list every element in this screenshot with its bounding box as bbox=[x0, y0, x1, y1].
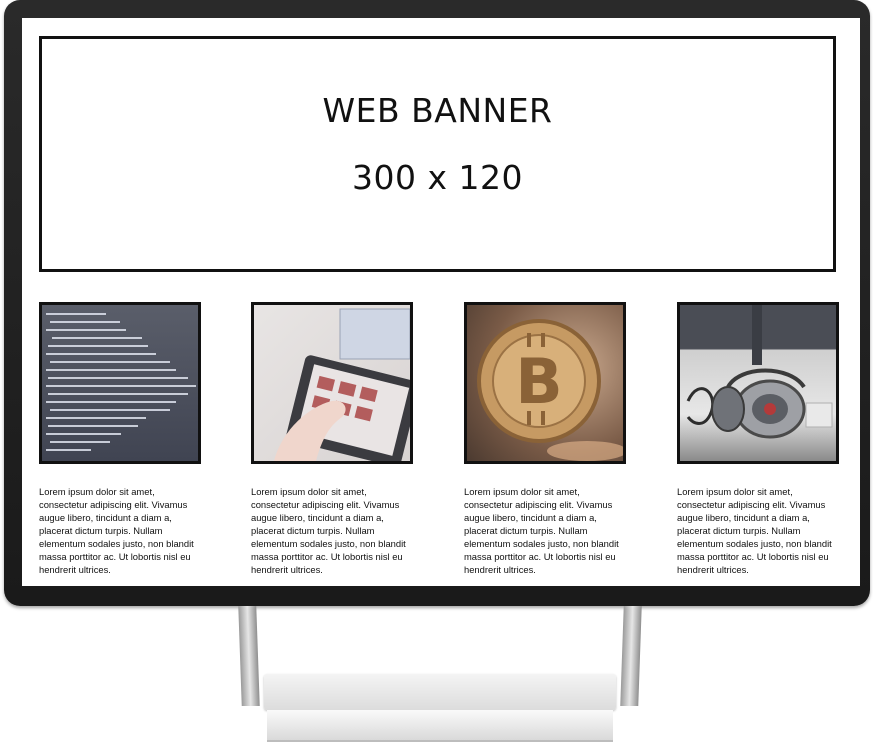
code-lines-graphic bbox=[46, 313, 196, 451]
stand-arm-right bbox=[620, 606, 642, 706]
bitcoin-graphic: B bbox=[477, 319, 623, 461]
headphones-graphic bbox=[686, 305, 833, 439]
card-1-text: Lorem ipsum dolor sit amet, consectetur … bbox=[39, 486, 194, 575]
tablet-graphic bbox=[274, 308, 410, 461]
svg-text:B: B bbox=[515, 345, 562, 418]
stand-base bbox=[264, 674, 616, 710]
stand-foot bbox=[267, 710, 613, 742]
card-4-text: Lorem ipsum dolor sit amet, consectetur … bbox=[677, 486, 832, 575]
bitcoin-image[interactable]: B bbox=[464, 302, 626, 464]
card-3: B Lorem ipsum dolor sit amet, consectetu… bbox=[464, 302, 626, 576]
card-2: Lorem ipsum dolor sit amet, consectetur … bbox=[251, 302, 413, 576]
web-banner[interactable]: WEB BANNER 300 x 120 bbox=[39, 36, 836, 272]
card-1: Lorem ipsum dolor sit amet, consectetur … bbox=[39, 302, 201, 576]
banner-title: WEB BANNER bbox=[322, 91, 553, 130]
card-2-text: Lorem ipsum dolor sit amet, consectetur … bbox=[251, 486, 406, 575]
card-3-text: Lorem ipsum dolor sit amet, consectetur … bbox=[464, 486, 619, 575]
card-4: Lorem ipsum dolor sit amet, consectetur … bbox=[677, 302, 839, 576]
code-screen-image[interactable] bbox=[39, 302, 201, 464]
banner-size: 300 x 120 bbox=[352, 158, 523, 197]
tablet-hand-image[interactable] bbox=[251, 302, 413, 464]
stand-arm-left bbox=[238, 606, 260, 706]
headphones-image[interactable] bbox=[677, 302, 839, 464]
